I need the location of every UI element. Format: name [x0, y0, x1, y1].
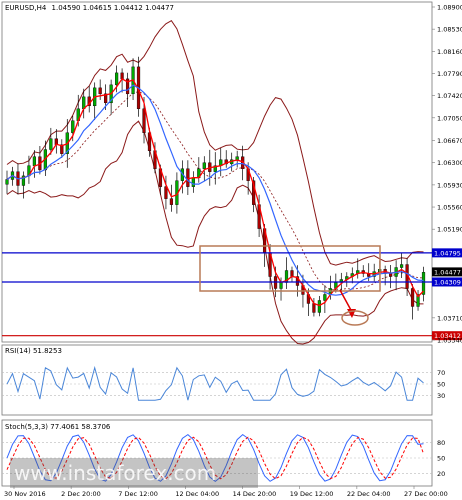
candle-body	[317, 300, 321, 313]
rsi-level-label: 50	[437, 381, 445, 389]
y-tick-label: 1.07050	[437, 114, 462, 122]
x-tick-label: 14 Dec 20:00	[233, 490, 277, 498]
stoch-level-label: 80	[437, 439, 445, 447]
x-tick-label: 30 Nov 2016	[4, 490, 46, 498]
candle-body	[142, 108, 146, 133]
x-tick-label: 12 Dec 04:00	[175, 490, 219, 498]
price-chart: 1.047951.043091.034121.04477 EURUSD,H4 1…	[1, 1, 462, 498]
candle-body	[98, 87, 102, 95]
y-tick-label: 1.08160	[437, 48, 462, 56]
x-tick-label: 19 Dec 12:00	[290, 490, 334, 498]
rsi-level-label: 70	[437, 369, 445, 377]
candle-body	[5, 179, 9, 185]
candle-body	[115, 72, 119, 86]
y-tick-label: 1.05190	[437, 226, 462, 234]
x-tick-label: 22 Dec 04:00	[347, 490, 391, 498]
level-tag-label: 1.04309	[434, 278, 461, 286]
x-tick-label: 7 Dec 12:00	[118, 490, 158, 498]
candle-body	[169, 198, 174, 205]
candle-body	[32, 156, 37, 166]
y-tick-label: 1.06670	[437, 137, 462, 145]
current-price-label: 1.04477	[434, 268, 461, 276]
y-tick-label: 1.03710	[437, 314, 462, 322]
x-tick-label: 27 Dec 00:00	[404, 490, 448, 498]
candle-body	[71, 120, 75, 133]
candle-body	[186, 168, 190, 187]
watermark: www.instaforex.com	[10, 458, 258, 488]
candle-body	[323, 294, 327, 301]
candle-body	[399, 264, 404, 268]
y-tick-label: 1.03340	[437, 337, 462, 345]
rsi-label: RSI(14) 51.8253	[5, 347, 62, 355]
level-tag-label: 1.04795	[434, 249, 461, 257]
stoch-label: Stoch(5,3,3) 77.4061 58.3706	[5, 423, 111, 431]
candle-body	[235, 156, 239, 160]
y-tick-label: 1.07420	[437, 92, 462, 100]
candle-body	[120, 72, 124, 80]
candle-body	[410, 288, 415, 307]
y-tick-label: 1.08900	[437, 3, 462, 11]
candle-body	[279, 282, 283, 289]
candle-body	[202, 162, 206, 169]
svg-text:www.instaforex.com: www.instaforex.com	[14, 461, 216, 485]
candle-body	[312, 303, 316, 313]
rsi-level-label: 30	[437, 392, 445, 400]
stoch-level-label: 50	[437, 455, 445, 463]
x-tick-label: 2 Dec 20:00	[61, 490, 101, 498]
candle-body	[389, 273, 393, 277]
y-tick-label: 1.07790	[437, 70, 462, 78]
y-tick-label: 1.05930	[437, 181, 462, 189]
candle-body	[191, 177, 195, 187]
y-tick-label: 1.08530	[437, 26, 462, 34]
y-tick-label: 1.05560	[437, 204, 462, 212]
stoch-level-label: 20	[437, 470, 445, 478]
rsi-panel	[1, 344, 433, 416]
candle-body	[49, 138, 53, 150]
y-tick-label: 1.06300	[437, 159, 462, 167]
chart-header: EURUSD,H4 1.04590 1.04615 1.04412 1.0447…	[5, 4, 174, 12]
candle-body	[290, 270, 294, 277]
